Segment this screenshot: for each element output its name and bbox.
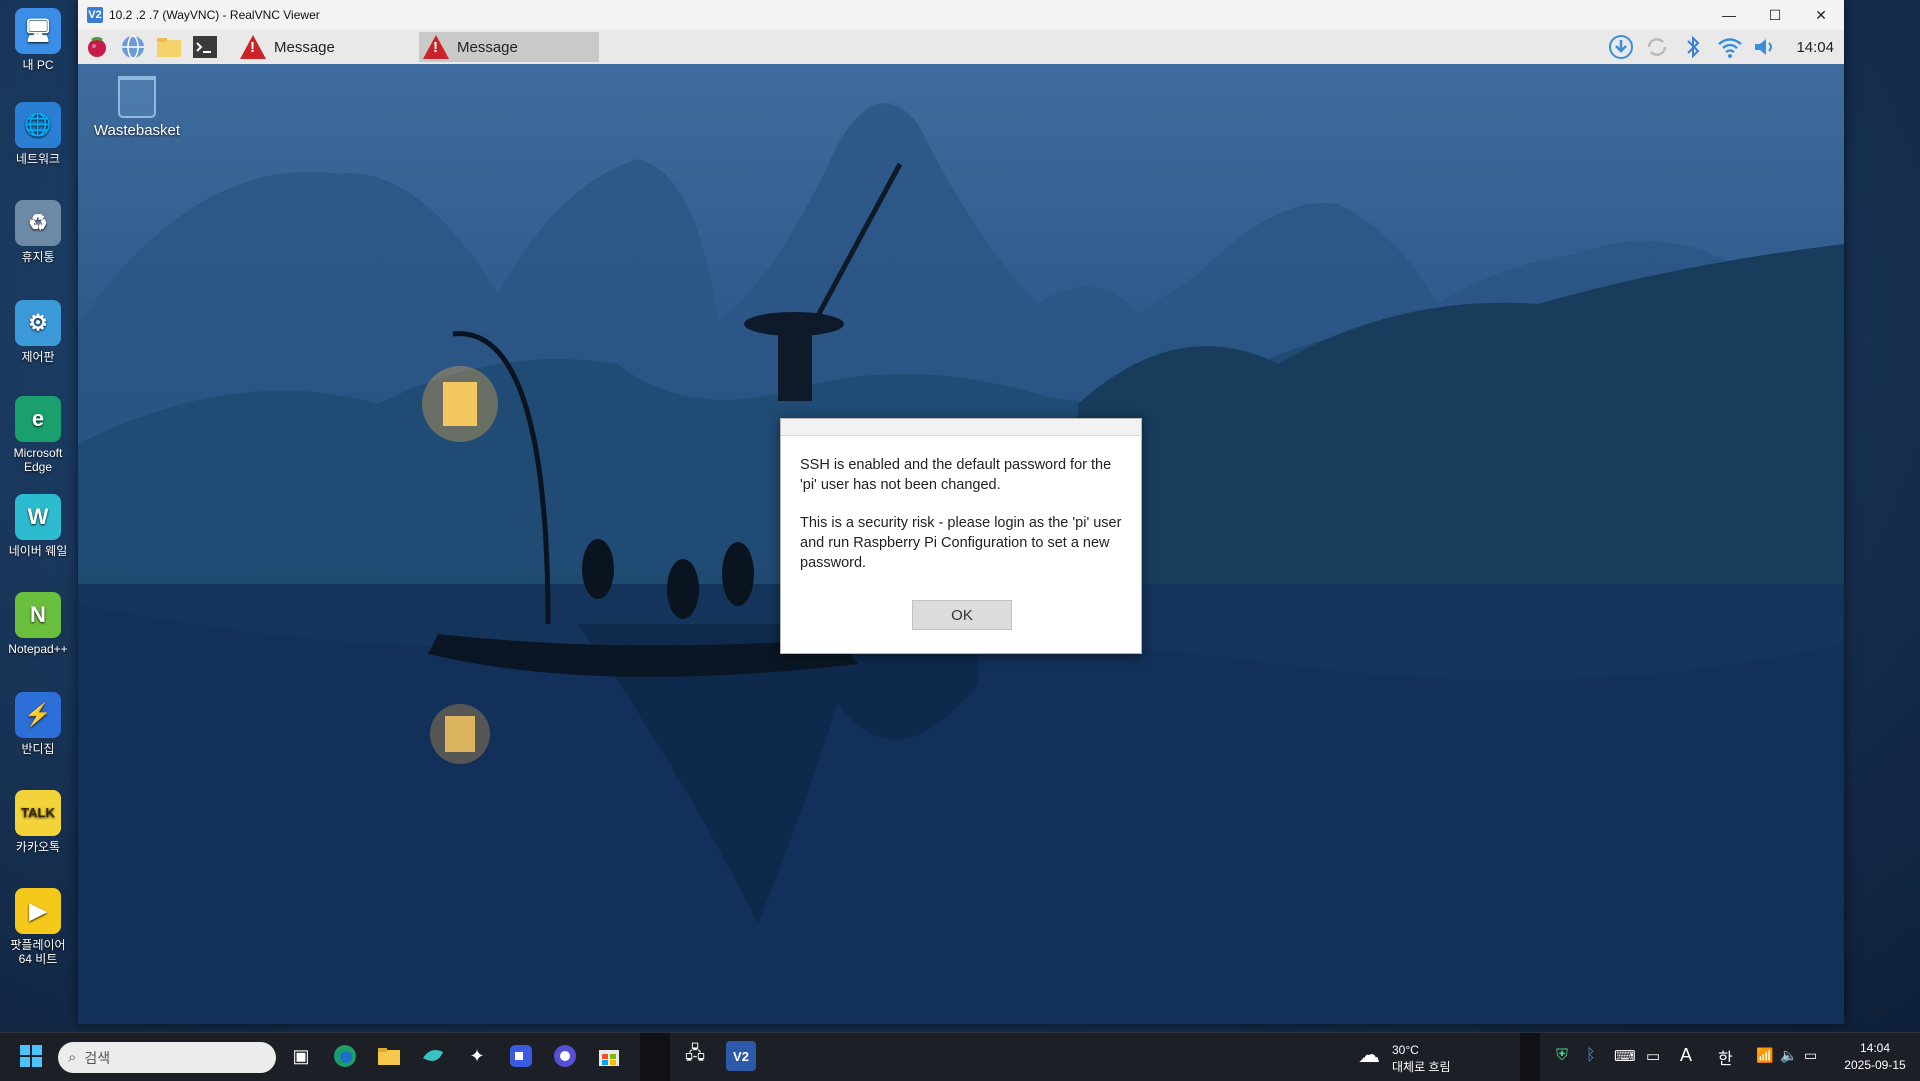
shortcut-icon: ⚡ xyxy=(15,692,61,738)
shortcut-icon: 🌐 xyxy=(15,102,61,148)
warning-icon xyxy=(240,35,266,59)
dialog-titlebar[interactable] xyxy=(781,419,1141,436)
sync-icon[interactable] xyxy=(1644,34,1670,60)
whale-browser-icon[interactable] xyxy=(418,1041,448,1071)
raspberry-icon[interactable] xyxy=(84,34,110,60)
store-icon[interactable] xyxy=(594,1041,624,1071)
shortcut-icon: TALK xyxy=(15,790,61,836)
host-desktop-icon-label: 네이버 웨일 xyxy=(8,544,68,558)
minimize-button[interactable]: — xyxy=(1706,0,1752,30)
host-desktop-icon-label: 카카오톡 xyxy=(15,840,61,854)
host-desktop-icon-label: Notepad++ xyxy=(8,642,68,656)
pi-clock: 14:04 xyxy=(1796,39,1834,56)
pi-desktop: Wastebasket SSH is enabled and the defau… xyxy=(78,64,1844,1024)
task-label: Message xyxy=(457,38,518,56)
vnc-titlebar[interactable]: V2 10.2 .2 .7 (WayVNC) - RealVNC Viewer … xyxy=(78,0,1844,30)
weather-icon[interactable]: ☁ xyxy=(1358,1042,1380,1068)
shortcut-icon: ⚙ xyxy=(15,300,61,346)
dialog-message-risk: This is a security risk - please login a… xyxy=(800,515,1122,571)
copilot-icon[interactable] xyxy=(550,1041,580,1071)
host-desktop-icon-label: Microsoft Edge xyxy=(13,446,63,474)
task-label: Message xyxy=(274,38,335,56)
windows-taskbar: ⌕ 검색 ▣ ✦ 🖧 V2 ☁ 30°C 대체로 흐림 ⛨ ᛒ ⌨ ▭ A 한 … xyxy=(0,1032,1920,1081)
maximize-button[interactable]: ☐ xyxy=(1752,0,1798,30)
window-title: 10.2 .2 .7 (WayVNC) - RealVNC Viewer xyxy=(109,8,320,22)
ssh-warning-dialog: SSH is enabled and the default password … xyxy=(780,418,1142,654)
ime-language-label[interactable]: 한 xyxy=(1718,1045,1733,1069)
host-desktop-icon[interactable]: TALK 카카오톡 xyxy=(4,790,72,854)
host-desktop-icon[interactable]: ⚡ 반디집 xyxy=(4,692,72,756)
shortcut-icon: N xyxy=(15,592,61,638)
host-desktop-icon-label: 네트워크 xyxy=(15,152,61,166)
host-desktop-icon[interactable]: 🌐 네트워크 xyxy=(4,102,72,166)
display-tray-icon[interactable]: ▭ xyxy=(1646,1047,1660,1065)
pi-taskbar-message-button[interactable]: Message xyxy=(419,32,599,62)
warning-icon xyxy=(423,35,449,59)
volume-icon[interactable] xyxy=(1752,34,1778,60)
search-icon: ⌕ xyxy=(68,1049,77,1066)
network-app-icon[interactable]: 🖧 xyxy=(680,1041,710,1071)
wastebasket-label: Wastebasket xyxy=(93,122,181,139)
terminal-icon[interactable] xyxy=(192,34,218,60)
dialog-message-ssh: SSH is enabled and the default password … xyxy=(800,457,1112,493)
ok-button[interactable]: OK xyxy=(912,600,1012,630)
host-desktop-icon[interactable]: ⚙ 제어판 xyxy=(4,300,72,364)
bluetooth-icon[interactable] xyxy=(1680,34,1706,60)
tray-date[interactable]: 2025-09-15 xyxy=(1836,1058,1914,1072)
host-desktop-icon[interactable]: 🖥 내 PC xyxy=(4,8,72,72)
web-browser-icon[interactable] xyxy=(120,34,146,60)
file-explorer-icon[interactable] xyxy=(374,1041,404,1071)
keyboard-tray-icon[interactable]: ⌨ xyxy=(1614,1047,1636,1065)
ime-mode-label[interactable]: A xyxy=(1680,1045,1692,1066)
battery-tray-icon[interactable]: ▭ xyxy=(1804,1047,1817,1064)
wifi-tray-icon[interactable]: 📶 xyxy=(1756,1047,1773,1064)
security-tray-icon[interactable]: ⛨ xyxy=(1556,1047,1568,1065)
wastebasket-icon[interactable]: Wastebasket xyxy=(92,76,182,139)
host-desktop-icon[interactable]: e Microsoft Edge xyxy=(4,396,72,474)
volume-tray-icon[interactable]: 🔈 xyxy=(1780,1047,1797,1064)
tray-time[interactable]: 14:04 xyxy=(1840,1041,1910,1055)
search-placeholder: 검색 xyxy=(84,1049,111,1066)
pi-taskbar-message-button[interactable]: Message xyxy=(236,32,416,62)
host-desktop-icon[interactable]: ♻ 휴지통 xyxy=(4,200,72,264)
app-icon-dark[interactable]: ✦ xyxy=(462,1041,492,1071)
weather-desc: 대체로 흐림 xyxy=(1392,1060,1451,1074)
host-desktop-icon-label: 내 PC xyxy=(22,58,54,72)
edge-icon[interactable] xyxy=(330,1041,360,1071)
task-view-icon[interactable]: ▣ xyxy=(286,1041,316,1071)
close-button[interactable]: ✕ xyxy=(1798,0,1844,30)
shortcut-icon: W xyxy=(15,494,61,540)
search-input[interactable]: ⌕ 검색 xyxy=(58,1042,276,1073)
host-desktop-icon-label: 제어판 xyxy=(21,350,55,364)
host-desktop-icon-label: 팟플레이어 64 비트 xyxy=(10,938,66,966)
host-desktop-icon[interactable]: N Notepad++ xyxy=(4,592,72,656)
vnc-viewer-window: V2 10.2 .2 .7 (WayVNC) - RealVNC Viewer … xyxy=(78,0,1844,1024)
trash-bin-icon xyxy=(118,76,156,118)
host-desktop-icon-label: 반디집 xyxy=(21,742,55,756)
shortcut-icon: ♻ xyxy=(15,200,61,246)
windows-start-icon[interactable] xyxy=(16,1041,46,1071)
realvnc-taskbar-icon[interactable]: V2 xyxy=(726,1041,756,1071)
shortcut-icon: 🖥 xyxy=(15,8,61,54)
wifi-icon[interactable] xyxy=(1716,34,1742,60)
bluetooth-tray-icon[interactable]: ᛒ xyxy=(1586,1047,1596,1065)
zoom-like-icon[interactable] xyxy=(506,1041,536,1071)
pi-top-panel: Message Message 14:04 xyxy=(78,30,1844,65)
host-desktop-icon-label: 휴지통 xyxy=(21,250,55,264)
update-icon[interactable] xyxy=(1608,34,1634,60)
shortcut-icon: e xyxy=(15,396,61,442)
weather-temp: 30°C xyxy=(1392,1043,1419,1057)
file-manager-icon[interactable] xyxy=(156,34,182,60)
shortcut-icon: ▶ xyxy=(15,888,61,934)
host-desktop-icon[interactable]: ▶ 팟플레이어 64 비트 xyxy=(4,888,72,966)
realvnc-app-icon: V2 xyxy=(87,7,103,23)
host-desktop-icon[interactable]: W 네이버 웨일 xyxy=(4,494,72,558)
